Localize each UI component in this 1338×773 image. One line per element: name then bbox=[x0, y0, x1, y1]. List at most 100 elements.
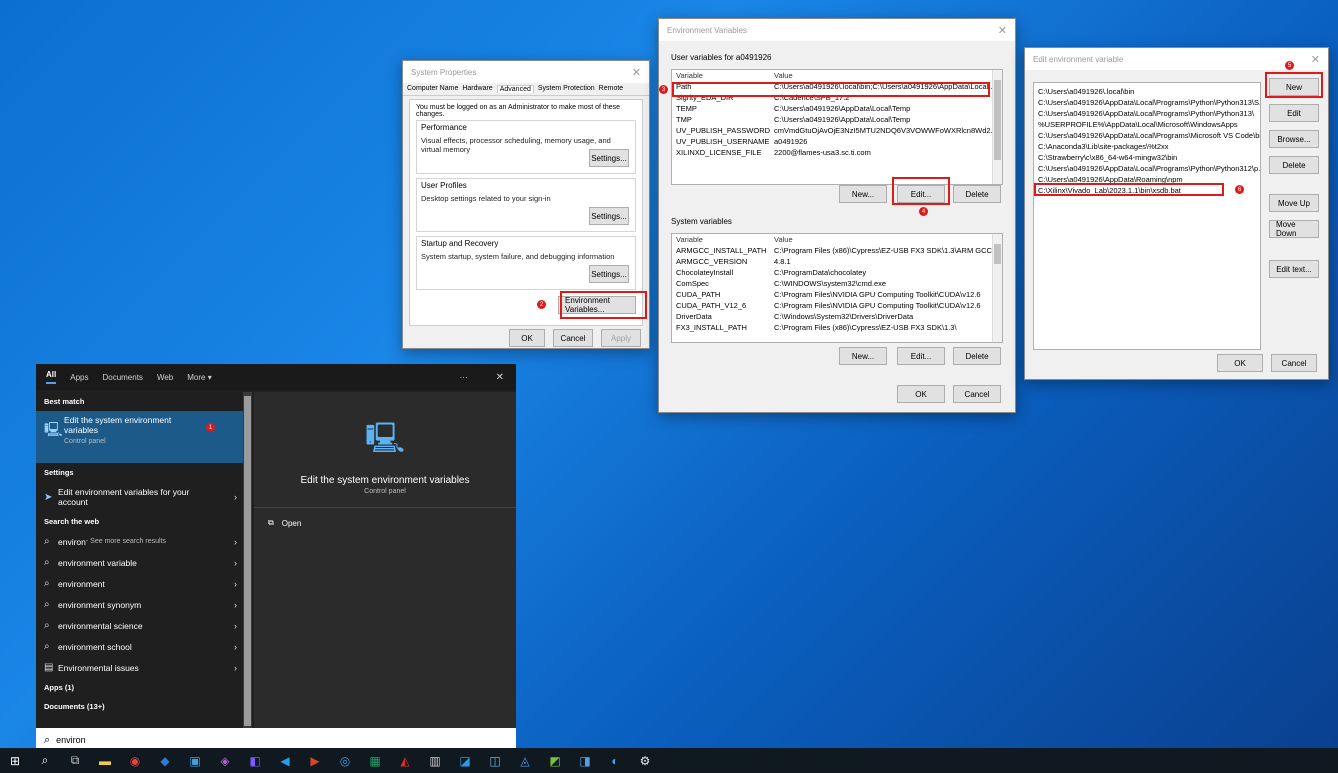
user-new-button[interactable]: New... bbox=[839, 185, 887, 203]
web-result-item[interactable]: ⌕ environ - See more search results › bbox=[36, 531, 243, 552]
system-edit-button[interactable]: Edit... bbox=[897, 347, 945, 365]
performance-settings-button[interactable]: Settings... bbox=[589, 149, 629, 167]
chevron-right-icon[interactable]: › bbox=[234, 621, 237, 631]
startup-settings-button[interactable]: Settings... bbox=[589, 265, 629, 283]
apply-button[interactable]: Apply bbox=[601, 329, 641, 347]
settings-icon[interactable]: ⚙ bbox=[630, 748, 660, 773]
open-action[interactable]: ⧉ Open bbox=[254, 508, 516, 538]
close-icon[interactable]: ✕ bbox=[998, 24, 1007, 37]
path-entries-list[interactable]: C:\Users\a0491926\.local\bin C:\Users\a04… bbox=[1033, 82, 1261, 350]
path-entry[interactable]: %USERPROFILE%\AppData\Local\Microsoft\Wi… bbox=[1034, 119, 1260, 130]
user-vars-scrollbar[interactable] bbox=[992, 70, 1002, 184]
app1-icon[interactable]: ◈ bbox=[210, 748, 240, 773]
more-options-icon[interactable]: ··· bbox=[460, 373, 468, 382]
file-explorer-icon[interactable]: ▬ bbox=[90, 748, 120, 773]
path-entry[interactable]: C:\Users\a0491926\AppData\Local\Programs… bbox=[1034, 97, 1260, 108]
chrome-icon[interactable]: ◉ bbox=[120, 748, 150, 773]
edit-env-edit-button[interactable]: Edit bbox=[1269, 104, 1319, 122]
app6-icon[interactable]: ◩ bbox=[540, 748, 570, 773]
app5-icon[interactable]: ◬ bbox=[510, 748, 540, 773]
windows-start-icon[interactable]: ⊞ bbox=[0, 748, 30, 773]
web-result-item[interactable]: ⌕ environment variable › bbox=[36, 552, 243, 573]
system-vars-list[interactable]: Variable Value ARMGCC_INSTALL_PATH C:\Pro… bbox=[671, 233, 1003, 343]
cancel-button[interactable]: Cancel bbox=[953, 385, 1001, 403]
system-new-button[interactable]: New... bbox=[839, 347, 887, 365]
tab-remote[interactable]: Remote bbox=[599, 85, 624, 93]
tab-system-protection[interactable]: System Protection bbox=[538, 85, 595, 93]
user-delete-button[interactable]: Delete bbox=[953, 185, 1001, 203]
acrobat-icon[interactable]: ◭ bbox=[390, 748, 420, 773]
edit-env-move-up-button[interactable]: Move Up bbox=[1269, 194, 1319, 212]
best-match-item[interactable]: 🖳 Edit the system environment variables … bbox=[36, 411, 243, 463]
scroll-thumb[interactable] bbox=[994, 80, 1001, 160]
system-vars-scrollbar[interactable] bbox=[992, 234, 1002, 342]
path-entry[interactable]: C:\Users\a0491926\AppData\Local\Programs… bbox=[1034, 130, 1260, 141]
close-icon[interactable]: ✕ bbox=[496, 372, 504, 383]
user-var-row[interactable]: UV_PUBLISH_USERNAME a0491926 bbox=[672, 136, 1002, 147]
scroll-thumb[interactable] bbox=[994, 244, 1001, 264]
system-var-row[interactable]: CUDA_PATH_V12_6 C:\Program Files\NVIDIA G… bbox=[672, 300, 1002, 311]
tab-advanced[interactable]: Advanced bbox=[496, 85, 534, 93]
edit-env-move-down-button[interactable]: Move Down bbox=[1269, 220, 1319, 238]
web-result-item[interactable]: ⌕ environment › bbox=[36, 573, 243, 594]
chevron-right-icon[interactable]: › bbox=[234, 558, 237, 568]
cancel-button[interactable]: Cancel bbox=[553, 329, 593, 347]
chevron-right-icon[interactable]: › bbox=[234, 642, 237, 652]
task-view-icon[interactable]: ⧉ bbox=[60, 748, 90, 773]
system-var-row[interactable]: FX3_INSTALL_PATH C:\Program Files (x86)\C… bbox=[672, 322, 1002, 333]
user-var-row[interactable]: XILINXD_LICENSE_FILE 2200@flames-usa3.sc.… bbox=[672, 147, 1002, 158]
user-var-row[interactable]: UV_PUBLISH_PASSWORD cmVmdGtuOjAvOjE3NzI5M… bbox=[672, 125, 1002, 136]
user-var-row[interactable]: TMP C:\Users\a0491926\AppData\Local\Temp bbox=[672, 114, 1002, 125]
env-vars-titlebar[interactable]: Environment Variables ✕ bbox=[659, 19, 1015, 41]
search-icon[interactable]: ⌕ bbox=[30, 748, 60, 773]
ok-button[interactable]: OK bbox=[509, 329, 545, 347]
chevron-right-icon[interactable]: › bbox=[234, 579, 237, 589]
system-var-row[interactable]: CUDA_PATH C:\Program Files\NVIDIA GPU Com… bbox=[672, 289, 1002, 300]
ok-button[interactable]: OK bbox=[1217, 354, 1263, 372]
system-var-row[interactable]: ARMGCC_INSTALL_PATH C:\Program Files (x86… bbox=[672, 245, 1002, 256]
edit-env-browse-button[interactable]: Browse... bbox=[1269, 130, 1319, 148]
cancel-button[interactable]: Cancel bbox=[1271, 354, 1317, 372]
chevron-right-icon[interactable]: › bbox=[234, 600, 237, 610]
chevron-right-icon[interactable]: › bbox=[234, 492, 237, 502]
results-scrollbar[interactable] bbox=[243, 392, 252, 728]
path-entry[interactable]: C:\Anaconda3\Lib\site-packages\%t2xx bbox=[1034, 141, 1260, 152]
vscode-icon[interactable]: ◀ bbox=[270, 748, 300, 773]
tab-more[interactable]: More ▾ bbox=[187, 373, 211, 382]
edit-env-delete-button[interactable]: Delete bbox=[1269, 156, 1319, 174]
tab-hardware[interactable]: Hardware bbox=[462, 85, 492, 93]
path-entry[interactable]: C:\Users\a0491926\.local\bin bbox=[1034, 86, 1260, 97]
system-properties-titlebar[interactable]: System Properties ✕ bbox=[403, 61, 649, 83]
close-icon[interactable]: ✕ bbox=[1311, 53, 1320, 66]
app4-icon[interactable]: ◫ bbox=[480, 748, 510, 773]
col-value[interactable]: Value bbox=[774, 70, 1002, 81]
chevron-right-icon[interactable]: › bbox=[234, 537, 237, 547]
web-result-item[interactable]: ⌕ environment synonym › bbox=[36, 594, 243, 615]
tab-computer-name[interactable]: Computer Name bbox=[407, 85, 458, 93]
close-icon[interactable]: ✕ bbox=[632, 66, 641, 79]
path-entry[interactable]: C:\Users\a0491926\AppData\Local\Programs… bbox=[1034, 163, 1260, 174]
system-delete-button[interactable]: Delete bbox=[953, 347, 1001, 365]
tab-apps[interactable]: Apps bbox=[70, 373, 88, 382]
web-result-item[interactable]: ▤ Environmental issues › bbox=[36, 657, 243, 678]
apps-label[interactable]: Apps (1) bbox=[36, 678, 243, 697]
system-var-row[interactable]: DriverData C:\Windows\System32\Drivers\Dr… bbox=[672, 311, 1002, 322]
maps-icon[interactable]: ◎ bbox=[330, 748, 360, 773]
edit-env-edit-text-button[interactable]: Edit text... bbox=[1269, 260, 1319, 278]
chevron-right-icon[interactable]: › bbox=[234, 663, 237, 673]
col-value[interactable]: Value bbox=[774, 234, 1002, 245]
photos-icon[interactable]: ▣ bbox=[180, 748, 210, 773]
user-profiles-settings-button[interactable]: Settings... bbox=[589, 207, 629, 225]
outlook-icon[interactable]: ◆ bbox=[150, 748, 180, 773]
path-entry[interactable]: C:\Users\a0491926\AppData\Local\Programs… bbox=[1034, 108, 1260, 119]
ok-button[interactable]: OK bbox=[897, 385, 945, 403]
system-var-row[interactable]: ChocolateyInstall C:\ProgramData\chocolat… bbox=[672, 267, 1002, 278]
system-var-row[interactable]: ComSpec C:\WINDOWS\system32\cmd.exe bbox=[672, 278, 1002, 289]
web-result-item[interactable]: ⌕ environment school › bbox=[36, 636, 243, 657]
app3-icon[interactable]: ◪ bbox=[450, 748, 480, 773]
tab-all[interactable]: All bbox=[46, 370, 57, 384]
app8-icon[interactable]: ◐ bbox=[600, 748, 630, 773]
scroll-thumb[interactable] bbox=[244, 396, 251, 726]
path-entry[interactable]: C:\Strawberry\c\x86_64-w64-mingw32\bin bbox=[1034, 152, 1260, 163]
calculator-icon[interactable]: ▥ bbox=[420, 748, 450, 773]
